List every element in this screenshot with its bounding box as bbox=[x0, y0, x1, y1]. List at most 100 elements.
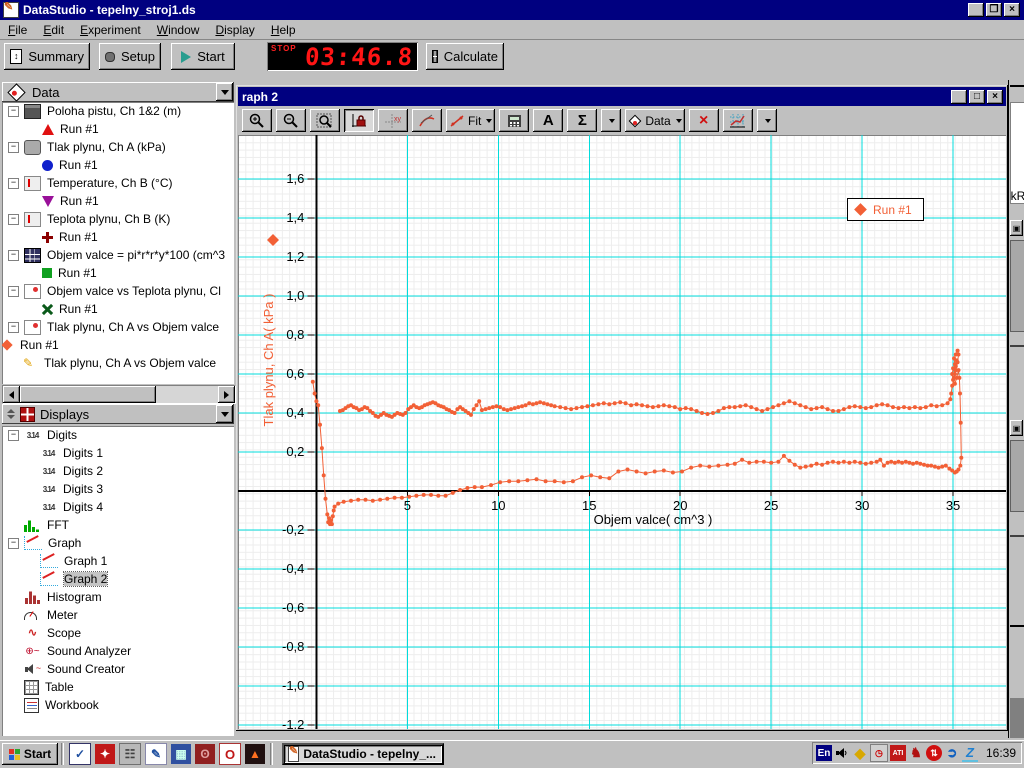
tray-agent-icon[interactable]: ♞ bbox=[908, 745, 924, 761]
display-item-histogram[interactable]: Histogram bbox=[2, 588, 234, 606]
display-item-meter[interactable]: Meter bbox=[2, 606, 234, 624]
menu-file[interactable]: File bbox=[0, 21, 35, 39]
display-item-digits[interactable]: −3.14Digits bbox=[2, 426, 234, 444]
display-item-digits-2[interactable]: 3.14Digits 2 bbox=[2, 462, 234, 480]
start-button[interactable]: Start bbox=[171, 43, 235, 70]
task-button-datastudio[interactable]: DataStudio - tepelny_... bbox=[282, 743, 444, 765]
expand-toggle[interactable]: − bbox=[8, 286, 19, 297]
close-button[interactable]: × bbox=[1004, 3, 1020, 17]
tray-diamond-icon[interactable]: ◆ bbox=[852, 745, 868, 761]
plot-area[interactable]: 1,61,41,21,00,80,60,40,2-0,2-0,4-0,6-0,8… bbox=[238, 135, 1006, 729]
tray-ati-icon[interactable]: ATI bbox=[890, 745, 906, 761]
menu-experiment[interactable]: Experiment bbox=[72, 21, 149, 39]
data-item[interactable]: −Objem valce = pi*r*r*y*100 (cm^3 bbox=[2, 246, 234, 264]
tray-alert-icon[interactable]: ⇅ bbox=[926, 745, 942, 761]
menu-help[interactable]: Help bbox=[263, 21, 304, 39]
start-menu-button[interactable]: Start bbox=[2, 743, 58, 765]
expand-toggle[interactable]: − bbox=[8, 538, 19, 549]
display-item-graph-2[interactable]: Graph 2 bbox=[2, 570, 234, 588]
data-item[interactable]: −Objem valce vs Teplota plynu, Cl bbox=[2, 282, 234, 300]
display-item-workbook[interactable]: Workbook bbox=[2, 696, 234, 714]
run-item[interactable]: Run #1 bbox=[2, 264, 234, 282]
clock[interactable]: 16:39 bbox=[986, 746, 1016, 760]
display-item-scope[interactable]: ∿Scope bbox=[2, 624, 234, 642]
calculate-button[interactable]: Calculate bbox=[426, 43, 504, 70]
zoom-select-button[interactable] bbox=[310, 109, 340, 132]
quicklaunch-icon-6[interactable]: ʘ bbox=[195, 744, 215, 764]
display-item-digits-3[interactable]: 3.14Digits 3 bbox=[2, 480, 234, 498]
fit-dropdown-button[interactable]: Fit bbox=[446, 109, 495, 132]
quicklaunch-calculator-icon[interactable]: ▦ bbox=[171, 744, 191, 764]
data-dropdown-button[interactable]: Data bbox=[625, 109, 684, 132]
data-dropdown-button[interactable] bbox=[216, 83, 233, 101]
scale-to-fit-button[interactable] bbox=[344, 109, 374, 132]
quicklaunch-flame-icon[interactable]: ▲ bbox=[245, 744, 265, 764]
data-item[interactable]: −Teplota plynu, Ch B (K) bbox=[2, 210, 234, 228]
data-item[interactable]: −Poloha pistu, Ch 1&2 (m) bbox=[2, 102, 234, 120]
menu-display[interactable]: Display bbox=[207, 21, 262, 39]
split-pane-icon[interactable] bbox=[6, 409, 15, 419]
displays-dropdown-button[interactable] bbox=[216, 405, 233, 423]
zoom-in-button[interactable] bbox=[242, 109, 272, 132]
display-item-table[interactable]: Table bbox=[2, 678, 234, 696]
quicklaunch-pen-icon[interactable]: ✎ bbox=[145, 743, 167, 765]
run-item[interactable]: Run #1 bbox=[2, 120, 234, 138]
run-item[interactable]: Run #1 bbox=[2, 156, 234, 174]
expand-toggle[interactable]: − bbox=[8, 250, 19, 261]
data-panel-header[interactable]: Data bbox=[2, 82, 234, 102]
tray-sync-icon[interactable]: ➲ bbox=[944, 745, 960, 761]
graph-window-titlebar[interactable]: raph 2 _ □ × bbox=[238, 87, 1006, 106]
expand-toggle[interactable]: − bbox=[8, 178, 19, 189]
run-item[interactable]: Run #1 bbox=[2, 228, 234, 246]
quicklaunch-icon-1[interactable]: ✓ bbox=[69, 743, 91, 765]
run-item[interactable]: Run #1 bbox=[2, 336, 234, 354]
graph-settings-button[interactable] bbox=[723, 109, 753, 132]
text-annotation-button[interactable]: A bbox=[533, 109, 563, 132]
display-item-fft[interactable]: FFT bbox=[2, 516, 234, 534]
summary-button[interactable]: ↕ Summary bbox=[4, 43, 90, 70]
run-item[interactable]: Run #1 bbox=[2, 192, 234, 210]
scroll-thumb[interactable] bbox=[20, 386, 156, 403]
restore-button[interactable]: ❐ bbox=[986, 3, 1002, 17]
display-item-digits-4[interactable]: 3.14Digits 4 bbox=[2, 498, 234, 516]
setup-button[interactable]: Setup bbox=[99, 43, 161, 70]
smart-tool-button[interactable]: xy bbox=[378, 109, 408, 132]
data-item[interactable]: −Tlak plynu, Ch A (kPa) bbox=[2, 138, 234, 156]
zoom-out-button[interactable] bbox=[276, 109, 306, 132]
graph-close-button[interactable]: × bbox=[987, 90, 1003, 104]
data-item[interactable]: −Tlak plynu, Ch A vs Objem valce bbox=[2, 318, 234, 336]
run-item[interactable]: Run #1 bbox=[2, 300, 234, 318]
display-item-graph[interactable]: −Graph bbox=[2, 534, 234, 552]
volume-icon[interactable] bbox=[834, 745, 850, 761]
graph-maximize-button[interactable]: □ bbox=[969, 90, 985, 104]
statistics-dropdown-button[interactable] bbox=[601, 109, 621, 132]
tray-scheduler-icon[interactable]: ◷ bbox=[870, 744, 888, 762]
quicklaunch-opera-icon[interactable]: O bbox=[219, 743, 241, 765]
display-item-graph-1[interactable]: Graph 1 bbox=[2, 552, 234, 570]
tray-z-icon[interactable]: Z bbox=[962, 744, 978, 762]
graph-minimize-button[interactable]: _ bbox=[951, 90, 967, 104]
quicklaunch-icon-3[interactable]: ☷ bbox=[119, 743, 141, 765]
menu-window[interactable]: Window bbox=[149, 21, 208, 39]
remove-button[interactable]: × bbox=[689, 109, 719, 132]
displays-panel-header[interactable]: Displays bbox=[2, 404, 234, 424]
language-indicator[interactable]: En bbox=[816, 745, 832, 761]
scroll-left-button[interactable] bbox=[3, 386, 20, 403]
display-item-sound-analyzer[interactable]: ⊕~Sound Analyzer bbox=[2, 642, 234, 660]
statistics-button[interactable]: Σ bbox=[567, 109, 597, 132]
scroll-right-button[interactable] bbox=[218, 386, 235, 403]
menu-edit[interactable]: Edit bbox=[35, 21, 72, 39]
expand-toggle[interactable]: − bbox=[8, 430, 19, 441]
display-item-sound-creator[interactable]: ~Sound Creator bbox=[2, 660, 234, 678]
expand-toggle[interactable]: − bbox=[8, 106, 19, 117]
graph-calculate-button[interactable] bbox=[499, 109, 529, 132]
data-item[interactable]: −Temperature, Ch B (°C) bbox=[2, 174, 234, 192]
data-item[interactable]: ✎Tlak plynu, Ch A vs Objem valce bbox=[2, 354, 234, 372]
slope-tool-button[interactable] bbox=[412, 109, 442, 132]
legend[interactable]: Run #1 bbox=[847, 198, 924, 221]
data-tree-hscrollbar[interactable] bbox=[2, 385, 236, 404]
graph-settings-dropdown-button[interactable] bbox=[757, 109, 777, 132]
expand-toggle[interactable]: − bbox=[8, 322, 19, 333]
minimize-button[interactable]: _ bbox=[968, 3, 984, 17]
expand-toggle[interactable]: − bbox=[8, 214, 19, 225]
